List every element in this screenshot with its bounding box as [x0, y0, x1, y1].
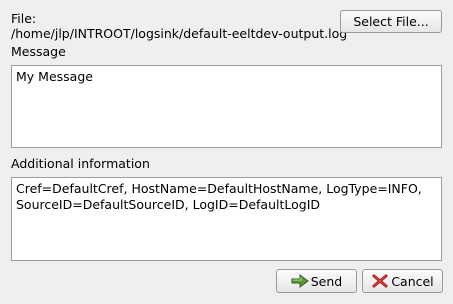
send-arrow-icon: [291, 274, 309, 288]
file-path: /home/jlp/INTROOT/logsink/default-eeltde…: [11, 26, 348, 41]
message-textarea[interactable]: My Message: [11, 65, 442, 148]
file-label: File:: [11, 11, 37, 26]
additional-info-label: Additional information: [11, 156, 150, 171]
cancel-button[interactable]: Cancel: [362, 269, 443, 293]
additional-info-textarea[interactable]: Cref=DefaultCref, HostName=DefaultHostNa…: [11, 177, 442, 261]
send-label: Send: [310, 273, 343, 289]
send-button[interactable]: Send: [276, 269, 357, 293]
cancel-x-icon: [372, 274, 388, 288]
cancel-label: Cancel: [391, 273, 434, 289]
message-label: Message: [11, 44, 66, 59]
select-file-button[interactable]: Select File...: [340, 10, 442, 33]
